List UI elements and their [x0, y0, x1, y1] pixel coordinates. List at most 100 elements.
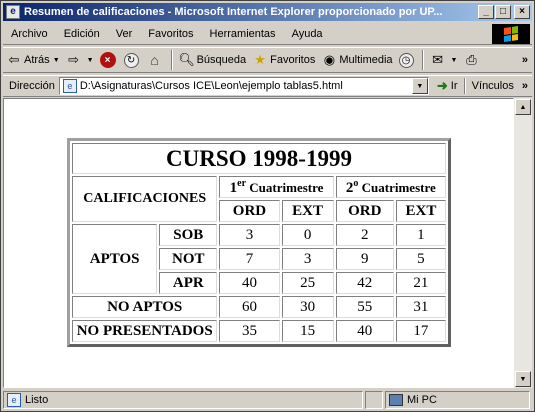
back-arrow-icon: ⇦	[8, 52, 20, 67]
toolbar-separator	[421, 50, 424, 70]
history-button[interactable]: ◷	[396, 49, 419, 71]
address-bar: Dirección e D:\Asignaturas\Cursos ICE\Le…	[3, 75, 532, 97]
row-label: SOB	[159, 224, 218, 246]
close-button[interactable]: ×	[514, 5, 530, 19]
table-cell: 55	[335, 296, 394, 318]
status-text: Listo	[25, 394, 49, 406]
go-arrow-icon: ➜	[436, 78, 448, 93]
table-cell: 0	[281, 224, 334, 246]
links-more-chevron[interactable]: »	[522, 80, 528, 92]
q1-ord-header: ORD	[219, 200, 280, 222]
table-cell: 3	[281, 248, 334, 270]
refresh-button[interactable]: ↻	[121, 49, 144, 71]
table-row: NO PRESENTADOS 35 15 40 17	[72, 320, 446, 342]
status-pane: e Listo	[3, 391, 363, 409]
table-cell: 60	[219, 296, 280, 318]
favorites-star-icon: ★	[254, 52, 266, 67]
minimize-button[interactable]: _	[478, 5, 494, 19]
mail-button[interactable]: ✉ ▼	[427, 49, 461, 71]
maximize-button[interactable]: □	[495, 5, 511, 19]
ie-icon: e	[6, 5, 20, 19]
page-icon: e	[62, 79, 77, 93]
address-label: Dirección	[9, 80, 55, 92]
no-aptos-label: NO APTOS	[72, 296, 218, 318]
menu-favoritos[interactable]: Favoritos	[140, 28, 201, 40]
address-value: D:\Asignaturas\Cursos ICE\Leon\ejemplo t…	[79, 80, 343, 92]
search-label: Búsqueda	[196, 54, 247, 66]
table-row: APTOS SOB 3 0 2 1	[72, 224, 446, 294]
media-label: Multimedia	[339, 54, 393, 66]
menu-herramientas[interactable]: Herramientas	[202, 28, 284, 40]
menu-ayuda[interactable]: Ayuda	[284, 28, 331, 40]
go-button[interactable]: ➜ Ir	[437, 78, 458, 94]
grades-table: CURSO 1998-1999 CALIFICACIONES 1er Cuatr…	[67, 138, 451, 347]
table-cell: 2	[335, 224, 394, 246]
menu-archivo[interactable]: Archivo	[3, 28, 56, 40]
zone-text: Mi PC	[407, 394, 437, 406]
mail-icon: ✉	[432, 52, 443, 67]
table-cell: 7	[219, 248, 280, 270]
menu-edicion[interactable]: Edición	[56, 28, 108, 40]
favorites-button[interactable]: ★ Favoritos	[249, 49, 318, 71]
table-cell: 35	[219, 320, 280, 342]
print-button[interactable]: ⎙	[460, 49, 484, 71]
table-cell: 3	[219, 224, 280, 246]
q2-ext-header: EXT	[395, 200, 446, 222]
calificaciones-header: CALIFICACIONES	[72, 176, 218, 222]
table-cell: 31	[395, 296, 446, 318]
table-cell: 30	[281, 296, 334, 318]
address-dropdown-icon[interactable]: ▼	[411, 78, 428, 94]
table-cell: 40	[335, 320, 394, 342]
mail-dropdown-icon[interactable]: ▼	[451, 57, 458, 64]
computer-icon	[389, 394, 403, 406]
go-label: Ir	[450, 80, 458, 92]
table-cell: 21	[395, 272, 446, 294]
status-pane-empty	[365, 391, 383, 409]
row-label: NOT	[159, 248, 218, 270]
address-input[interactable]: e D:\Asignaturas\Cursos ICE\Leon\ejemplo…	[58, 77, 429, 95]
aptos-label: APTOS	[72, 224, 158, 294]
forward-dropdown-icon[interactable]: ▼	[87, 57, 94, 64]
forward-arrow-icon: ⇨	[68, 52, 80, 67]
window-title: Resumen de calificaciones - Microsoft In…	[24, 6, 443, 18]
vertical-scrollbar[interactable]: ▲ ▼	[514, 98, 532, 388]
back-dropdown-icon[interactable]: ▼	[53, 57, 60, 64]
windows-logo-icon	[492, 24, 530, 44]
standard-toolbar: ⇦ Atrás ▼ ⇨ ▼ × ↻ ⌂ 🔍︎ Búsqueda ★ Favori…	[3, 47, 532, 73]
media-icon: ◉	[323, 52, 336, 67]
search-icon: 🔍︎	[178, 52, 195, 67]
row-label: APR	[159, 272, 218, 294]
ie-page-icon: e	[7, 393, 21, 407]
print-icon: ⎙	[466, 52, 477, 67]
title-bar: e Resumen de calificaciones - Microsoft …	[3, 3, 532, 21]
status-bar: e Listo Mi PC	[3, 390, 532, 410]
scroll-down-icon[interactable]: ▼	[515, 371, 531, 387]
table-cell: 9	[335, 248, 394, 270]
home-button[interactable]: ⌂	[144, 49, 168, 71]
links-separator	[463, 78, 466, 94]
table-cell: 15	[281, 320, 334, 342]
browser-window: e Resumen de calificaciones - Microsoft …	[0, 0, 535, 412]
scroll-up-icon[interactable]: ▲	[515, 99, 531, 115]
table-cell: 25	[281, 272, 334, 294]
course-title: CURSO 1998-1999	[72, 143, 446, 174]
table-cell: 5	[395, 248, 446, 270]
search-button[interactable]: 🔍︎ Búsqueda	[176, 49, 250, 71]
forward-button[interactable]: ⇨ ▼	[63, 49, 97, 71]
q1-ext-header: EXT	[281, 200, 334, 222]
toolbar-more-chevron[interactable]: »	[522, 54, 528, 66]
q2-header: 2o Cuatrimestre	[335, 176, 446, 198]
page-content: CURSO 1998-1999 CALIFICACIONES 1er Cuatr…	[3, 98, 514, 388]
menu-ver[interactable]: Ver	[108, 28, 141, 40]
zone-pane: Mi PC	[385, 391, 530, 409]
media-button[interactable]: ◉ Multimedia	[318, 49, 395, 71]
table-cell: 1	[395, 224, 446, 246]
back-label: Atrás	[24, 54, 50, 66]
table-cell: 17	[395, 320, 446, 342]
history-icon: ◷	[398, 52, 414, 68]
back-button[interactable]: ⇦ Atrás ▼	[3, 49, 63, 71]
links-label: Vínculos	[471, 80, 514, 92]
stop-button[interactable]: ×	[97, 49, 121, 71]
q2-ord-header: ORD	[335, 200, 394, 222]
links-button[interactable]: Vínculos »	[461, 78, 528, 94]
